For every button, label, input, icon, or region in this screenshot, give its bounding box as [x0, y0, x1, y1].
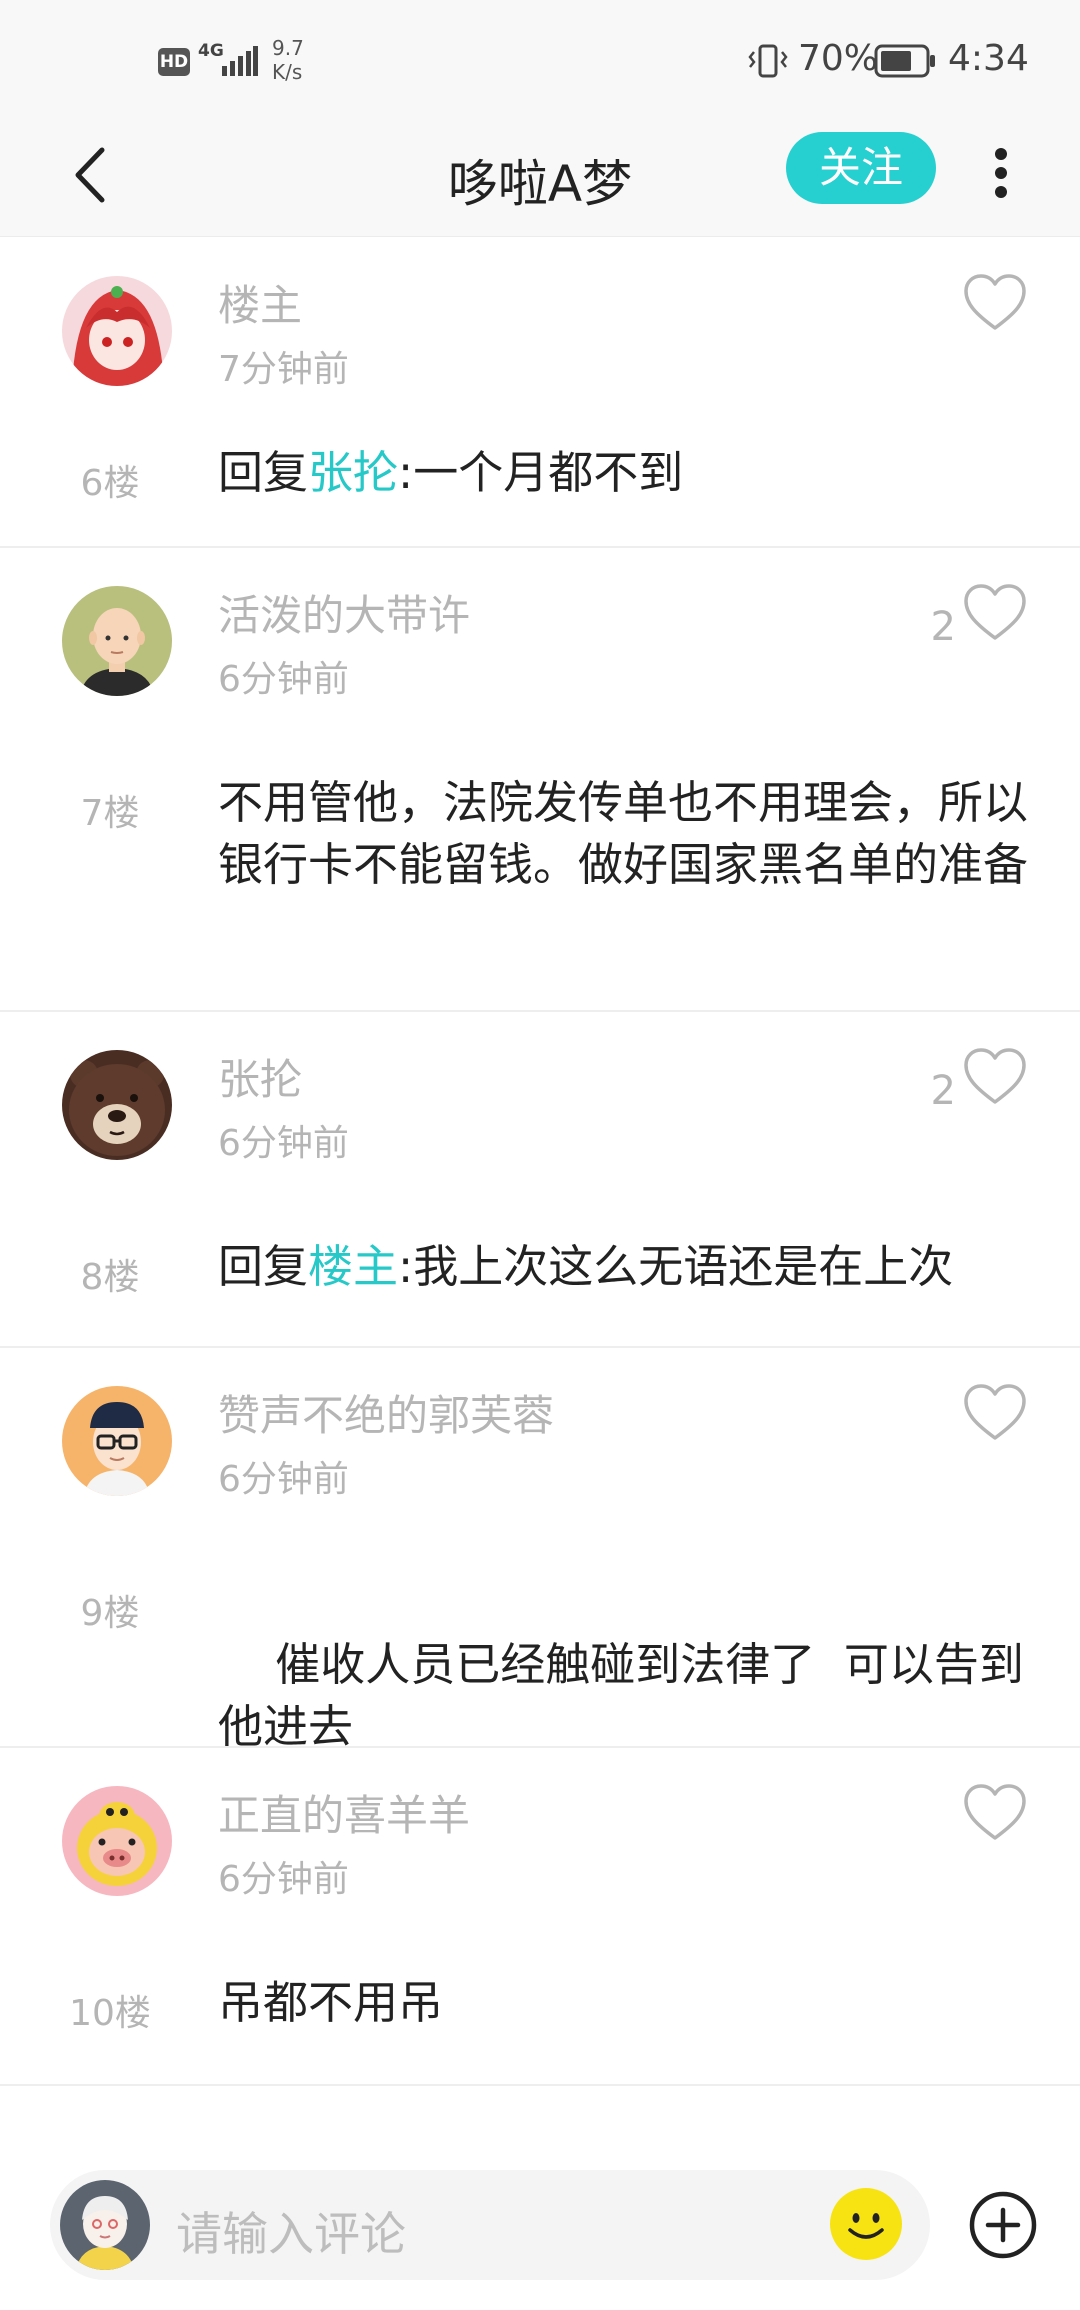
vibrate-icon — [748, 44, 788, 78]
comment-content: 吊都不用吊 — [218, 1972, 1038, 2034]
comment-username[interactable]: 楼主 — [218, 272, 302, 333]
like-button[interactable] — [962, 1782, 1028, 1842]
heart-icon — [964, 1048, 1026, 1104]
comment-username[interactable]: 张抡 — [218, 1046, 302, 1107]
like-count: 2 — [930, 1068, 956, 1114]
floor-number: 6楼 — [80, 463, 140, 504]
reply-prefix: 回复 — [218, 1240, 309, 1293]
comment-item: 张抡 6分钟前 2 8楼 回复楼主:我上次这么无语还是在上次 — [0, 1010, 1080, 1348]
floor-number: 9楼 — [80, 1593, 140, 1634]
avatar-image — [62, 276, 172, 386]
comment-composer: 请输入评论 — [0, 2150, 1080, 2310]
comment-text: 吊都不用吊 — [218, 1976, 444, 2029]
network-speed-unit: K/s — [272, 60, 303, 84]
like-button[interactable] — [962, 1382, 1028, 1442]
signal-icon — [222, 46, 258, 76]
comment-item: 楼主 7分钟前 6楼 回复张抡:一个月都不到 — [0, 236, 1080, 548]
comment-placeholder: 请输入评论 — [176, 2207, 406, 2261]
hd-indicator: HD — [158, 48, 190, 76]
comment-content: 回复楼主:我上次这么无语还是在上次 — [218, 1236, 1038, 1298]
comment-username[interactable]: 活泼的大带许 — [218, 582, 470, 643]
comment-time: 6分钟前 — [218, 1859, 349, 1900]
more-dot-icon — [995, 148, 1007, 160]
comment-content: 回复张抡:一个月都不到 — [218, 442, 1038, 504]
like-button[interactable] — [962, 582, 1028, 642]
my-avatar — [60, 2180, 150, 2270]
comment-username[interactable]: 赞声不绝的郭芙蓉 — [218, 1382, 554, 1443]
floor-number: 7楼 — [80, 793, 140, 834]
comment-item: 活泼的大带许 6分钟前 2 7楼 不用管他，法院发传单也不用理会，所以银行卡不能… — [0, 546, 1080, 1012]
floor-number: 10楼 — [69, 1993, 151, 2034]
floor-number: 8楼 — [80, 1257, 140, 1298]
reply-separator: : — [398, 446, 414, 499]
heart-icon — [964, 274, 1026, 330]
comment-content: 不用管他，法院发传单也不用理会，所以银行卡不能留钱。做好国家黑名单的准备 — [218, 772, 1038, 896]
add-attachment-button[interactable] — [968, 2190, 1038, 2260]
network-speed-value: 9.7 — [272, 36, 304, 60]
comment-text: 催收人员已经触碰到法律了 可以告到他进去 — [218, 1638, 1024, 1753]
like-button[interactable] — [962, 1046, 1028, 1106]
more-options-button[interactable] — [986, 142, 1016, 212]
avatar[interactable] — [62, 1050, 172, 1160]
chevron-left-icon — [75, 147, 105, 203]
clock: 4:34 — [948, 38, 1029, 79]
comment-time: 6分钟前 — [218, 659, 349, 700]
follow-button[interactable]: 关注 — [786, 132, 936, 204]
comment-time: 6分钟前 — [218, 1123, 349, 1164]
status-bar: HD 4G 9.7 K/s 70% 4:34 — [0, 0, 1080, 118]
battery-icon — [874, 44, 935, 78]
comment-item: 正直的喜羊羊 6分钟前 10楼 吊都不用吊 — [0, 1746, 1080, 2086]
heart-icon — [964, 1784, 1026, 1840]
comment-item: 赞声不绝的郭芙蓉 6分钟前 9楼 催收人员已经触碰到法律了 可以告到他进去 — [0, 1346, 1080, 1753]
avatar-image — [62, 1050, 172, 1160]
more-dot-icon — [995, 186, 1007, 198]
comment-time: 6分钟前 — [218, 1459, 349, 1500]
comment-text: 我上次这么无语还是在上次 — [413, 1240, 954, 1293]
avatar[interactable] — [62, 1386, 172, 1496]
avatar[interactable] — [62, 1786, 172, 1896]
reply-separator: : — [398, 1240, 414, 1293]
avatar[interactable] — [62, 276, 172, 386]
heart-icon — [964, 584, 1026, 640]
avatar[interactable] — [62, 586, 172, 696]
comment-input[interactable]: 请输入评论 — [50, 2170, 930, 2280]
avatar-image — [62, 1386, 172, 1496]
more-dot-icon — [995, 167, 1007, 179]
smiley-icon — [830, 2188, 902, 2260]
avatar-image — [62, 586, 172, 696]
comment-time: 7分钟前 — [218, 349, 349, 390]
avatar-image — [60, 2180, 150, 2270]
plus-circle-icon — [969, 2191, 1037, 2259]
reply-target-link[interactable]: 楼主 — [308, 1240, 398, 1293]
reply-prefix: 回复 — [218, 446, 309, 499]
avatar-image — [62, 1786, 172, 1896]
emoji-button[interactable] — [828, 2186, 904, 2262]
comment-username[interactable]: 正直的喜羊羊 — [218, 1782, 470, 1843]
back-button[interactable] — [60, 140, 130, 210]
reply-target-link[interactable]: 张抡 — [308, 446, 398, 499]
comment-text: 不用管他，法院发传单也不用理会，所以银行卡不能留钱。做好国家黑名单的准备 — [218, 776, 1029, 891]
heart-icon — [964, 1384, 1026, 1440]
network-speed: 9.7 K/s — [272, 36, 304, 84]
like-button[interactable] — [962, 272, 1028, 332]
comment-text: 一个月都不到 — [413, 446, 684, 499]
nav-bar: 哆啦A梦 关注 — [0, 118, 1080, 237]
battery-percent: 70% — [798, 38, 879, 79]
network-type: 4G — [198, 41, 224, 61]
like-count: 2 — [930, 604, 956, 650]
